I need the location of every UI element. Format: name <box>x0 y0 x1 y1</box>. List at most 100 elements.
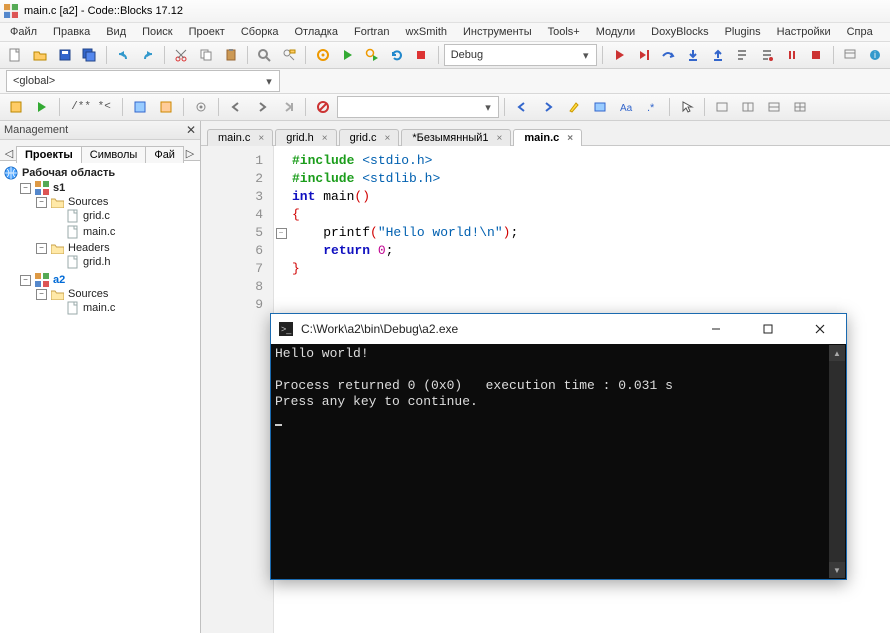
console-titlebar[interactable]: >_ C:\Work\a2\bin\Debug\a2.exe <box>271 314 846 344</box>
mgmt-tab-1[interactable]: Символы <box>81 146 147 163</box>
prev-bookmark-button[interactable] <box>510 96 534 118</box>
open-button[interactable] <box>29 44 52 66</box>
step-out-button[interactable] <box>706 44 729 66</box>
folder-sources[interactable]: −Sources <box>36 288 198 300</box>
debug-start-button[interactable] <box>608 44 631 66</box>
debugging-windows-button[interactable] <box>839 44 862 66</box>
menu-модули[interactable]: Модули <box>588 24 643 40</box>
nav-last-button[interactable] <box>276 96 300 118</box>
cut-button[interactable] <box>170 44 193 66</box>
search-combo[interactable]: ▾ <box>337 96 499 118</box>
scope-combo[interactable]: <global> ▾ <box>6 70 280 92</box>
tab-close-icon[interactable]: × <box>320 133 330 144</box>
editor-tab-1[interactable]: grid.h× <box>275 129 336 146</box>
step-into-instr-button[interactable] <box>756 44 779 66</box>
abort-2-button[interactable] <box>311 96 335 118</box>
stop-debug-button[interactable] <box>805 44 828 66</box>
project-tree[interactable]: Рабочая область−s1−Sourcesgrid.cmain.c−H… <box>0 161 200 633</box>
editor-tab-3[interactable]: *Безымянный1× <box>401 129 511 146</box>
replace-button[interactable] <box>278 44 301 66</box>
nav-back-button[interactable] <box>224 96 248 118</box>
paste-button[interactable] <box>219 44 242 66</box>
menu-файл[interactable]: Файл <box>2 24 45 40</box>
mgmt-tab-0[interactable]: Проекты <box>16 146 82 163</box>
menu-отладка[interactable]: Отладка <box>287 24 346 40</box>
management-close-button[interactable]: ✕ <box>186 123 196 137</box>
scroll-down-button[interactable]: ▼ <box>829 562 845 578</box>
menu-doxyblocks[interactable]: DoxyBlocks <box>643 24 716 40</box>
box2-button[interactable] <box>154 96 178 118</box>
toggle-todo-button[interactable] <box>4 96 28 118</box>
console-output[interactable]: Hello world! Process returned 0 (0x0) ex… <box>271 344 846 579</box>
mgmt-tab-2[interactable]: Фай <box>145 146 184 163</box>
highlight-button[interactable] <box>562 96 586 118</box>
menu-tools+[interactable]: Tools+ <box>540 24 588 40</box>
tab-close-icon[interactable]: × <box>565 133 575 144</box>
save-button[interactable] <box>53 44 76 66</box>
file-grid-h[interactable]: grid.h <box>52 255 198 269</box>
menu-fortran[interactable]: Fortran <box>346 24 397 40</box>
console-close-button[interactable] <box>798 315 842 343</box>
next-bookmark-button[interactable] <box>536 96 560 118</box>
undo-button[interactable] <box>112 44 135 66</box>
layout2-button[interactable] <box>736 96 760 118</box>
layout3-button[interactable] <box>762 96 786 118</box>
project-s1[interactable]: −s1 <box>20 181 198 195</box>
rebuild-button[interactable] <box>385 44 408 66</box>
next-instruction-button[interactable] <box>731 44 754 66</box>
menu-plugins[interactable]: Plugins <box>717 24 769 40</box>
menu-вид[interactable]: Вид <box>98 24 134 40</box>
run-script-button[interactable] <box>30 96 54 118</box>
build-button[interactable] <box>311 44 334 66</box>
info-button[interactable]: i <box>863 44 886 66</box>
project-a2[interactable]: −a2 <box>20 273 198 287</box>
select-arrow-button[interactable] <box>675 96 699 118</box>
nav-fwd-button[interactable] <box>250 96 274 118</box>
menu-настройки[interactable]: Настройки <box>769 24 839 40</box>
editor-tab-0[interactable]: main.c× <box>207 129 273 146</box>
tab-close-icon[interactable]: × <box>256 133 266 144</box>
tab-close-icon[interactable]: × <box>495 133 505 144</box>
build-target-combo[interactable]: Debug ▾ <box>444 44 597 66</box>
folder-sources[interactable]: −Sources <box>36 196 198 208</box>
menu-инструменты[interactable]: Инструменты <box>455 24 540 40</box>
box1-button[interactable] <box>128 96 152 118</box>
file-grid-c[interactable]: grid.c <box>52 209 198 223</box>
editor-tab-2[interactable]: grid.c× <box>339 129 400 146</box>
new-file-button[interactable] <box>4 44 27 66</box>
scroll-up-button[interactable]: ▲ <box>829 345 845 361</box>
find-button[interactable] <box>253 44 276 66</box>
regex-button[interactable]: .* <box>640 96 664 118</box>
menu-сборка[interactable]: Сборка <box>233 24 287 40</box>
step-into-button[interactable] <box>682 44 705 66</box>
console-maximize-button[interactable] <box>746 315 790 343</box>
tabs-scroll-right[interactable]: ▷ <box>183 147 197 160</box>
menu-поиск[interactable]: Поиск <box>134 24 180 40</box>
folder-headers[interactable]: −Headers <box>36 242 198 254</box>
step-over-button[interactable] <box>657 44 680 66</box>
redo-button[interactable] <box>136 44 159 66</box>
menu-правка[interactable]: Правка <box>45 24 98 40</box>
layout1-button[interactable] <box>710 96 734 118</box>
match-case-button[interactable]: Aa <box>614 96 638 118</box>
file-main-c[interactable]: main.c <box>52 225 198 239</box>
tab-close-icon[interactable]: × <box>383 133 393 144</box>
settings-button[interactable] <box>189 96 213 118</box>
menu-проект[interactable]: Проект <box>181 24 233 40</box>
file-main-c[interactable]: main.c <box>52 301 198 315</box>
abort-button[interactable] <box>410 44 433 66</box>
tabs-scroll-left[interactable]: ◁ <box>2 147 16 160</box>
build-run-button[interactable] <box>361 44 384 66</box>
console-scrollbar[interactable]: ▲ ▼ <box>829 345 845 578</box>
console-minimize-button[interactable] <box>694 315 738 343</box>
workspace-node[interactable]: Рабочая область <box>4 166 198 180</box>
run-button[interactable] <box>336 44 359 66</box>
copy-button[interactable] <box>195 44 218 66</box>
layout4-button[interactable] <box>788 96 812 118</box>
menu-спра[interactable]: Спра <box>839 24 881 40</box>
console-window[interactable]: >_ C:\Work\a2\bin\Debug\a2.exe Hello wor… <box>270 313 847 580</box>
run-to-cursor-button[interactable] <box>632 44 655 66</box>
editor-tab-4[interactable]: main.c× <box>513 129 582 146</box>
menu-wxsmith[interactable]: wxSmith <box>397 24 455 40</box>
selection-button[interactable] <box>588 96 612 118</box>
